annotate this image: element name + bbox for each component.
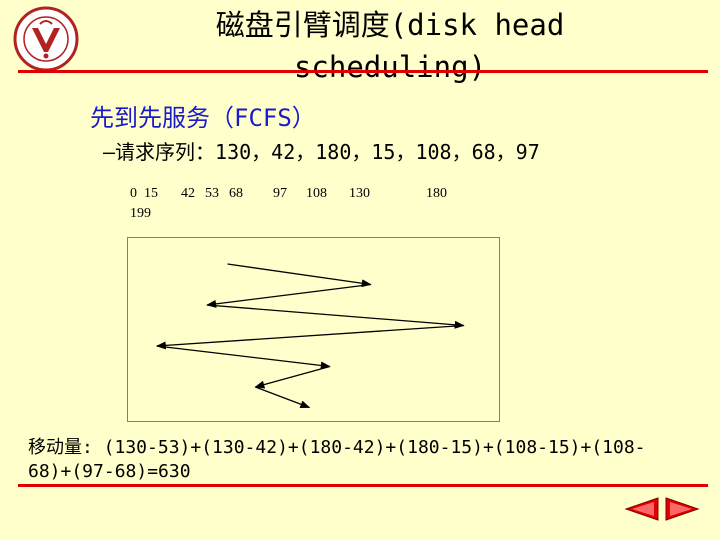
calc-text: : (130-53)+(130-42)+(180-42)+(180-15)+(1… [28,437,646,482]
request-sequence: –请求序列：130，42，180，15，108，68，97 [103,136,540,165]
head-move-segment [206,283,371,308]
bullet-dash: – [103,140,116,164]
heading-close: ） [291,104,316,132]
tick-label: 15 [144,186,158,201]
university-emblem-icon [13,6,79,72]
tick-label: 180 [426,186,447,201]
next-slide-button[interactable] [664,496,700,522]
page-title: 磁盘引臂调度(disk head scheduling) [150,4,630,88]
movement-calculation: 移动量: (130-53)+(130-42)+(180-42)+(180-15)… [28,436,688,484]
tick-label: 0 [130,186,137,201]
calc-label: 移动量 [28,437,82,458]
title-line-1: 磁盘引臂调度(disk head [215,8,565,42]
tick-label: 97 [273,186,287,201]
triangle-left-icon [624,497,659,521]
heading-cn: 先到先服务（ [90,104,234,132]
section-heading: 先到先服务（FCFS） [90,98,316,133]
tick-label: 42 [181,186,195,201]
tick-label: 68 [229,186,243,201]
head-move-segment [255,386,311,409]
head-move-segment [207,304,465,329]
head-move-segment [254,365,330,389]
head-movement-chart [155,263,465,409]
request-sequence-text: 请求序列：130，42，180，15，108，68，97 [115,140,540,164]
tick-label: 130 [349,186,370,201]
bottom-divider [18,484,708,487]
prev-slide-button[interactable] [624,496,660,522]
head-move-segment [155,324,464,350]
triangle-right-icon [665,497,700,521]
axis-ticks: 0 15 42 53 68 97 108 130 180 199 [130,186,470,226]
head-move-segment [227,263,372,288]
tick-label: 108 [306,186,327,201]
title-line-2: scheduling) [293,50,487,84]
tick-label: 53 [205,186,219,201]
heading-en: FCFS [234,104,292,132]
top-divider [18,70,708,73]
tick-label: 199 [130,206,151,221]
head-move-segment [156,345,331,370]
